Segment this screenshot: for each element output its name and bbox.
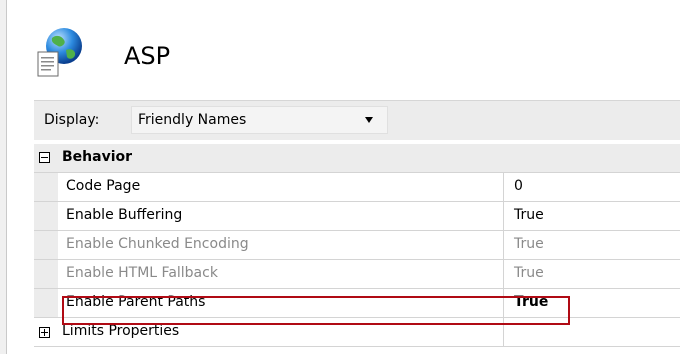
column-divider	[503, 202, 504, 230]
row-gutter	[34, 173, 58, 201]
row-gutter	[34, 231, 58, 259]
collapse-icon[interactable]	[39, 152, 50, 163]
property-row[interactable]: Enable HTML Fallback True	[34, 260, 680, 289]
feature-header: ASP	[24, 22, 624, 82]
globe-document-icon	[34, 26, 90, 78]
category-label: Limits Properties	[62, 323, 180, 339]
column-divider	[503, 260, 504, 288]
category-limits-properties[interactable]: Limits Properties	[34, 318, 680, 347]
property-row[interactable]: Enable Chunked Encoding True	[34, 231, 680, 260]
category-label: Behavior	[62, 149, 133, 165]
property-value[interactable]: True	[514, 265, 544, 281]
row-gutter	[34, 202, 58, 230]
display-dropdown[interactable]: Friendly Names	[131, 106, 388, 134]
property-value[interactable]: 0	[514, 178, 523, 194]
property-name: Enable HTML Fallback	[66, 265, 218, 281]
column-divider	[503, 289, 504, 317]
property-name: Enable Parent Paths	[66, 294, 206, 310]
page-title: ASP	[124, 42, 171, 70]
category-behavior[interactable]: Behavior	[34, 144, 680, 173]
property-row-enable-parent-paths[interactable]: Enable Parent Paths True	[34, 289, 680, 318]
property-row[interactable]: Enable Buffering True	[34, 202, 680, 231]
expand-icon[interactable]	[39, 327, 50, 338]
property-row[interactable]: Code Page 0	[34, 173, 680, 202]
property-value[interactable]: True	[514, 236, 544, 252]
window-left-border	[0, 0, 7, 354]
property-value[interactable]: True	[514, 294, 548, 310]
display-toolbar: Display: Friendly Names	[34, 100, 680, 140]
property-value[interactable]: True	[514, 207, 544, 223]
column-divider	[503, 173, 504, 201]
column-divider	[503, 318, 504, 346]
display-dropdown-value: Friendly Names	[138, 112, 247, 128]
property-grid: Behavior Code Page 0 Enable Buffering Tr…	[34, 144, 680, 354]
property-name: Code Page	[66, 178, 141, 194]
column-divider	[503, 231, 504, 259]
row-gutter	[34, 260, 58, 288]
display-label: Display:	[44, 112, 100, 128]
row-gutter	[34, 289, 58, 317]
property-name: Enable Buffering	[66, 207, 183, 223]
chevron-down-icon[interactable]	[365, 117, 373, 123]
property-name: Enable Chunked Encoding	[66, 236, 249, 252]
